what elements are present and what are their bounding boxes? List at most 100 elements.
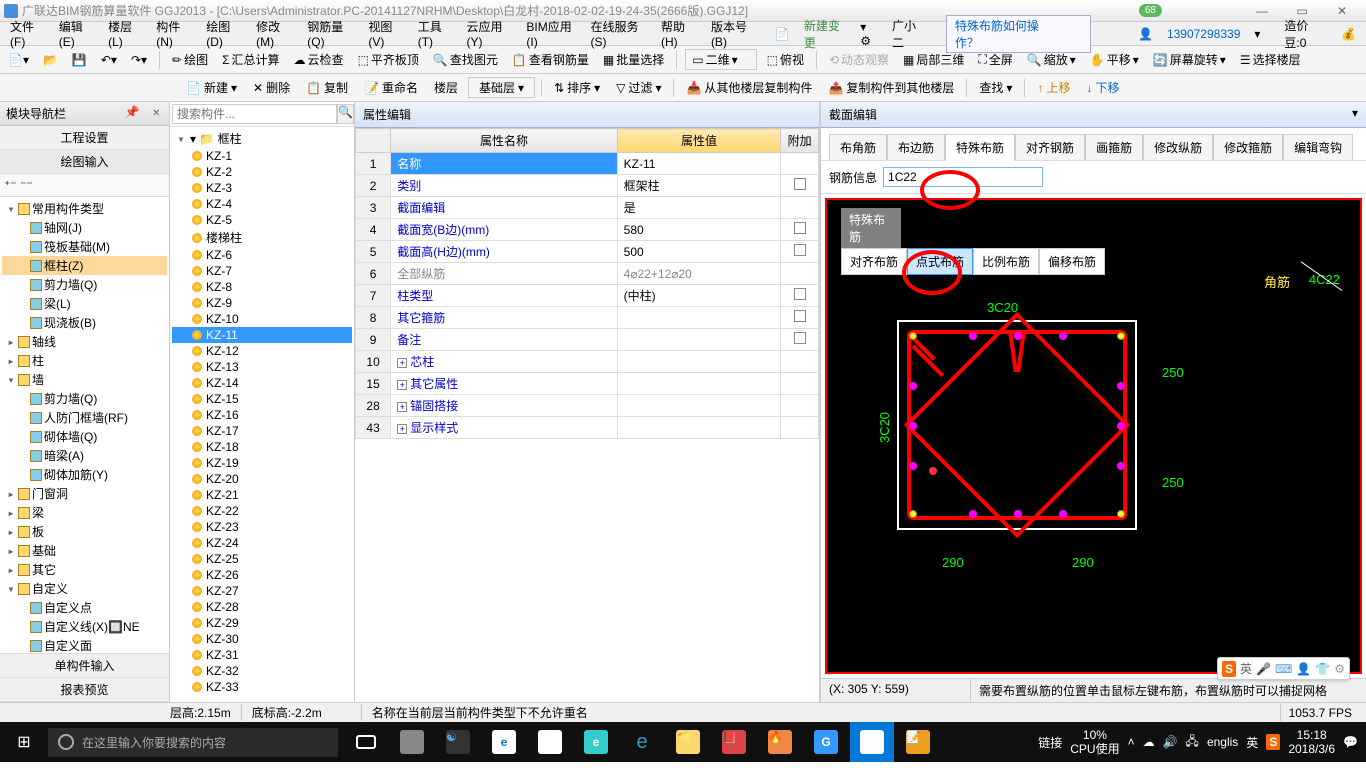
tree-node[interactable]: ▾自定义: [2, 579, 167, 598]
menu-cloud[interactable]: 云应用(Y): [460, 16, 518, 51]
tree-node[interactable]: 暗梁(A): [2, 446, 167, 465]
tree-node[interactable]: ▸门窗洞: [2, 484, 167, 503]
property-row[interactable]: 2类别框架柱: [356, 175, 819, 197]
help-search[interactable]: 特殊布筋如何操作？: [946, 15, 1091, 53]
draw-button[interactable]: ✏绘图: [168, 49, 212, 70]
search-button[interactable]: 🔍: [337, 104, 354, 124]
zoom-button[interactable]: 🔍缩放▾: [1023, 49, 1080, 70]
app-ie2[interactable]: e: [620, 722, 664, 762]
tray-volume-icon[interactable]: 🔊: [1163, 735, 1178, 749]
menu-help[interactable]: 帮助(H): [655, 16, 703, 51]
tree-node[interactable]: 自定义面: [2, 636, 167, 653]
kz-item[interactable]: KZ-28: [172, 599, 352, 615]
tree-node[interactable]: 现浇板(B): [2, 313, 167, 332]
kz-item[interactable]: KZ-33: [172, 679, 352, 695]
property-row[interactable]: 8其它箍筋: [356, 307, 819, 329]
kz-item[interactable]: KZ-32: [172, 663, 352, 679]
app-7[interactable]: 📝: [896, 722, 940, 762]
property-row[interactable]: 28+锚固搭接: [356, 395, 819, 417]
app-6[interactable]: ⬆: [850, 722, 894, 762]
property-table[interactable]: 属性名称 属性值 附加 1名称KZ-112类别框架柱3截面编辑是4截面宽(B边)…: [355, 128, 819, 439]
taskbar-search[interactable]: 在这里输入你要搜索的内容: [48, 728, 338, 757]
kz-item[interactable]: KZ-9: [172, 295, 352, 311]
app-5[interactable]: G: [804, 722, 848, 762]
kz-item[interactable]: KZ-17: [172, 423, 352, 439]
tree-node[interactable]: 剪力墙(Q): [2, 389, 167, 408]
kz-item[interactable]: KZ-14: [172, 375, 352, 391]
kz-item[interactable]: KZ-15: [172, 391, 352, 407]
redo-button[interactable]: ↷▾: [127, 51, 151, 69]
kz-item[interactable]: KZ-21: [172, 487, 352, 503]
tree-node[interactable]: ▸梁: [2, 503, 167, 522]
tree-node[interactable]: ▸轴线: [2, 332, 167, 351]
pan-button[interactable]: ✋平移▾: [1086, 49, 1143, 70]
sort-button[interactable]: ⇅排序▾: [548, 77, 606, 98]
app-3[interactable]: 📕: [712, 722, 756, 762]
kz-item[interactable]: KZ-2: [172, 164, 352, 180]
property-row[interactable]: 15+其它属性: [356, 373, 819, 395]
tree-node[interactable]: 筏板基础(M): [2, 237, 167, 256]
clock[interactable]: 15:182018/3/6: [1288, 728, 1335, 757]
property-row[interactable]: 5截面高(H边)(mm)500: [356, 241, 819, 263]
kz-item[interactable]: KZ-10: [172, 311, 352, 327]
kz-item[interactable]: KZ-25: [172, 551, 352, 567]
new-change-button[interactable]: 新建变更: [798, 15, 852, 53]
kz-item[interactable]: KZ-7: [172, 263, 352, 279]
property-row[interactable]: 43+显示样式: [356, 417, 819, 439]
rotate-screen-button[interactable]: 🔄屏幕旋转▾: [1149, 49, 1230, 70]
report-preview-button[interactable]: 报表预览: [0, 678, 169, 702]
tray-ime-icon[interactable]: englis: [1207, 735, 1238, 749]
tree-node[interactable]: 框柱(Z): [2, 256, 167, 275]
delete-button[interactable]: ✕删除: [247, 77, 296, 98]
app-2[interactable]: ☯: [436, 722, 480, 762]
tree-node[interactable]: ▸柱: [2, 351, 167, 370]
kz-item[interactable]: KZ-26: [172, 567, 352, 583]
kz-item[interactable]: KZ-18: [172, 439, 352, 455]
menu-floor[interactable]: 楼层(L): [102, 16, 148, 51]
section-subtab[interactable]: 对齐布筋: [841, 248, 907, 275]
property-row[interactable]: 7柱类型(中柱): [356, 285, 819, 307]
tree-node[interactable]: ▾墙: [2, 370, 167, 389]
property-row[interactable]: 10+芯柱: [356, 351, 819, 373]
start-button[interactable]: ⊞: [0, 732, 48, 752]
kz-item[interactable]: KZ-6: [172, 247, 352, 263]
property-row[interactable]: 9备注: [356, 329, 819, 351]
kz-item[interactable]: KZ-29: [172, 615, 352, 631]
tree-node[interactable]: 砌体墙(Q): [2, 427, 167, 446]
menu-rebar[interactable]: 钢筋量(Q): [301, 16, 360, 51]
property-row[interactable]: 1名称KZ-11: [356, 153, 819, 175]
menu-bim[interactable]: BIM应用(I): [520, 16, 582, 51]
user-button[interactable]: 广小二: [886, 15, 930, 53]
copy-to-floor-button[interactable]: 📤复制构件到其他楼层: [822, 77, 960, 98]
select-floor-button[interactable]: ☰选择楼层: [1236, 49, 1305, 70]
menu-tools[interactable]: 工具(T): [412, 16, 459, 51]
section-tab[interactable]: 修改箍筋: [1213, 134, 1283, 160]
kz-item[interactable]: KZ-30: [172, 631, 352, 647]
filter-button[interactable]: ▽过滤▾: [610, 77, 667, 98]
kz-item[interactable]: KZ-11: [172, 327, 352, 343]
tree-node[interactable]: ▾常用构件类型: [2, 199, 167, 218]
section-tab[interactable]: 修改纵筋: [1143, 134, 1213, 160]
menu-version[interactable]: 版本号(B): [705, 16, 763, 51]
section-subtab[interactable]: 偏移布筋: [1039, 248, 1105, 275]
kz-item[interactable]: KZ-13: [172, 359, 352, 375]
orbit-button[interactable]: ⟲动态观察: [825, 49, 893, 70]
menu-component[interactable]: 构件(N): [150, 16, 198, 51]
tree-node[interactable]: 人防门框墙(RF): [2, 408, 167, 427]
search-input[interactable]: [172, 104, 337, 124]
menu-modify[interactable]: 修改(M): [250, 16, 299, 51]
rebar-info-input[interactable]: [883, 167, 1043, 187]
undo-button[interactable]: ↶▾: [97, 51, 121, 69]
tray-lang-icon[interactable]: 英: [1246, 734, 1258, 751]
panel-pin-icon[interactable]: 📌 ✕: [125, 105, 163, 122]
view-rebar-button[interactable]: 📋查看钢筋量: [508, 49, 593, 70]
section-dropdown-icon[interactable]: ▾: [1352, 106, 1358, 123]
tree-node[interactable]: ▸板: [2, 522, 167, 541]
view-mode-select[interactable]: ▭二维 ▾: [685, 49, 756, 70]
app-ie[interactable]: e: [574, 722, 618, 762]
sum-button[interactable]: Σ 汇总计算: [218, 49, 283, 70]
section-subtab[interactable]: 点式布筋: [907, 248, 973, 275]
minimize-button[interactable]: —: [1242, 4, 1282, 18]
kz-item[interactable]: KZ-19: [172, 455, 352, 471]
local3d-button[interactable]: ▦局部三维: [899, 49, 968, 70]
